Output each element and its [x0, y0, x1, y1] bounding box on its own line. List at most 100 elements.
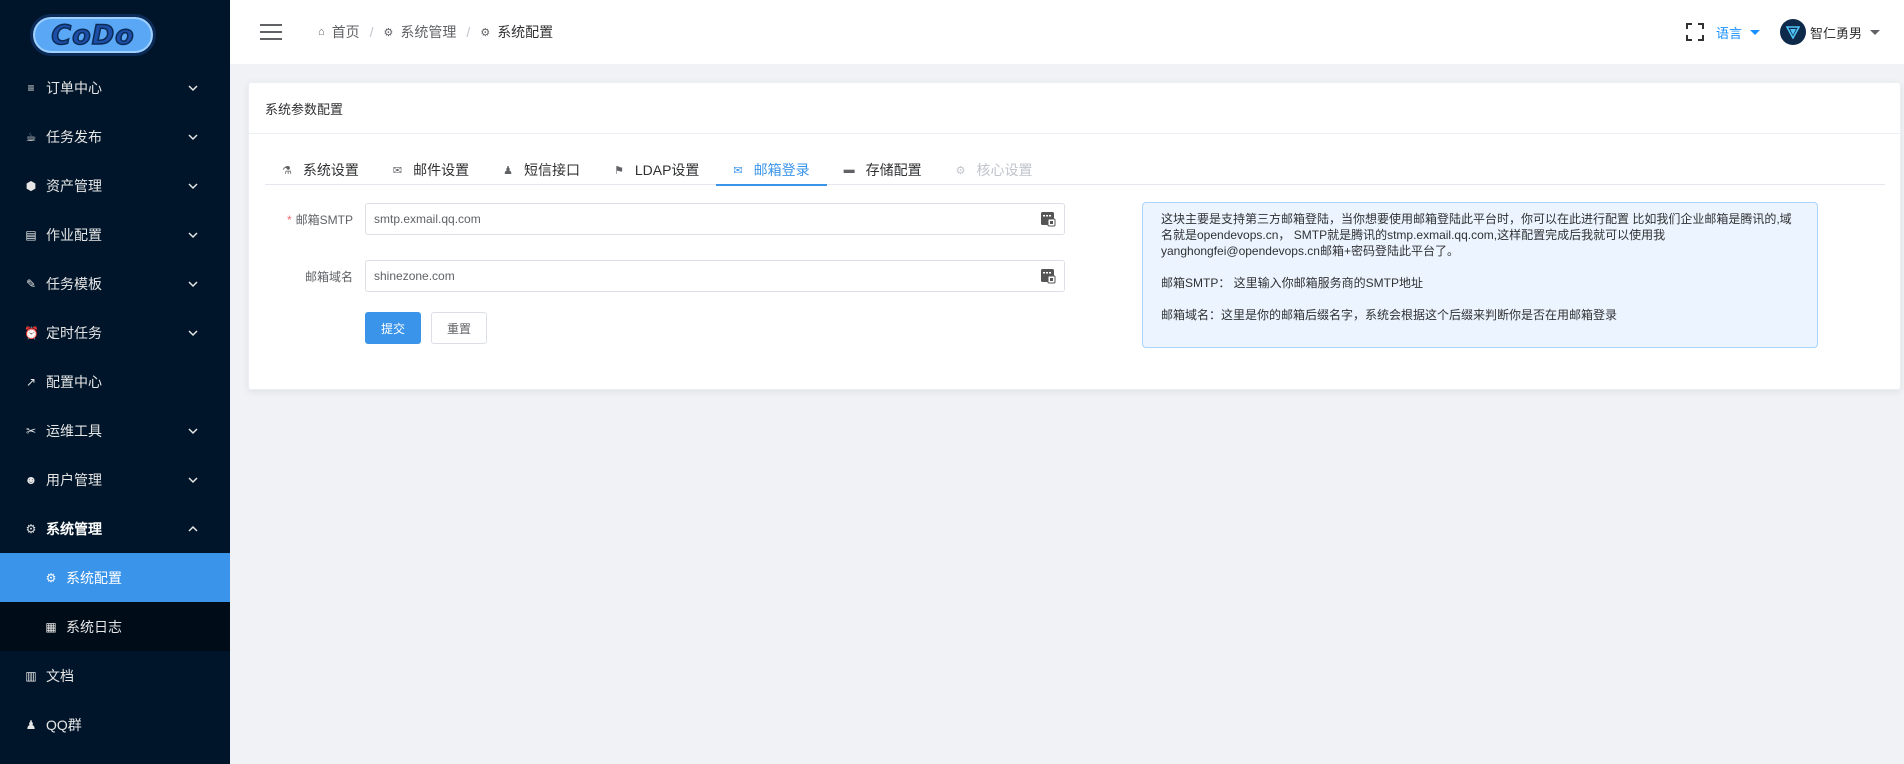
tab-label: 核心设置	[976, 162, 1033, 178]
breadcrumb-item-1[interactable]: ⚙ 系统管理	[384, 22, 457, 42]
domain-input[interactable]: shinezone.com	[365, 260, 1065, 292]
bell-icon: ♟	[25, 717, 37, 732]
logo-area: CoDo	[0, 0, 230, 70]
domain-row: 邮箱域名 shinezone.com	[265, 260, 1065, 292]
tab-1[interactable]: ✉ 邮件设置	[376, 155, 486, 185]
tools-icon: ✂	[25, 423, 37, 438]
submit-button[interactable]: 提交	[365, 312, 422, 344]
smtp-row: * 邮箱SMTP smtp.exmail.qq.com	[265, 203, 1065, 235]
header-right: 语言 智仁勇男	[1685, 0, 1880, 64]
user-dropdown[interactable]: 智仁勇男	[1779, 19, 1880, 45]
sidebar-item-6[interactable]: ↗ 配置中心	[0, 357, 230, 406]
sidebar-item-2[interactable]: ⬢ 资产管理	[0, 161, 230, 210]
keyboard-icon[interactable]	[1040, 268, 1056, 284]
tab-5[interactable]: ▬ 存储配置	[827, 155, 939, 185]
tab-label: 邮箱登录	[753, 162, 810, 178]
smtp-label-text: 邮箱SMTP	[295, 212, 353, 227]
sidebar-item-0[interactable]: ≡ 订单中心	[0, 63, 230, 112]
sidebar-subitem-label: 系统日志	[66, 618, 122, 635]
envelope-icon: ✉	[733, 164, 743, 177]
reset-button[interactable]: 重置	[431, 312, 488, 344]
sidebar-menu: ≡ 订单中心 ☕ 任务发布 ⬢ 资产管理 ▤ 作业配置 ✎ 任务模板 ⏰ 定时任务 ↗ 配置中心 ✂ 运维工具…	[0, 63, 230, 749]
sidebar-item-label: 用户管理	[46, 471, 102, 488]
folder-icon: ▬	[843, 164, 855, 176]
sidebar-item-1[interactable]: ☕ 任务发布	[0, 112, 230, 161]
required-mark: *	[286, 212, 292, 227]
tab-0[interactable]: ⚗ 系统设置	[265, 155, 376, 185]
domain-value: shinezone.com	[374, 269, 455, 283]
briefcase-icon: ▤	[25, 227, 37, 242]
gear-icon: ⚙	[383, 26, 394, 39]
menu-toggle-icon[interactable]	[260, 24, 282, 40]
top-header: ⌂ 首页 / ⚙ 系统管理 / ⚙ 系统配置 语言 智仁勇男	[230, 0, 1904, 64]
tab-2[interactable]: ♟ 短信接口	[486, 155, 597, 185]
tab-3[interactable]: ⚑ LDAP设置	[597, 155, 716, 185]
sidebar-item-label: 系统管理	[46, 520, 102, 537]
tab-6: ⚙ 核心设置	[939, 155, 1050, 185]
fullscreen-icon[interactable]	[1685, 23, 1704, 41]
smtp-input[interactable]: smtp.exmail.qq.com	[365, 203, 1065, 235]
help-text-smtp: 邮箱SMTP： 这里输入你邮箱服务商的SMTP地址	[1161, 276, 1424, 290]
sidebar-item-label: 运维工具	[46, 422, 102, 439]
book-icon: ▦	[45, 619, 57, 634]
alarm-icon: ⏰	[24, 325, 39, 340]
avatar	[1779, 19, 1806, 45]
help-alert: 这块主要是支持第三方邮箱登陆，当你想要使用邮箱登陆此平台时，你可以在此进行配置 …	[1142, 202, 1818, 348]
tab-label: 短信接口	[523, 162, 580, 178]
sidebar-item-label: 任务发布	[46, 128, 102, 145]
sidebar-item-3[interactable]: ▤ 作业配置	[0, 210, 230, 259]
smtp-value: smtp.exmail.qq.com	[374, 212, 481, 226]
envelope-icon: ✉	[392, 164, 403, 177]
sidebar: CoDo ≡ 订单中心 ☕ 任务发布 ⬢ 资产管理 ▤ 作业配置 ✎ 任务模板 ⏰ 定时任务 ↗ 配置中心…	[0, 0, 230, 764]
chevron-down-icon	[188, 230, 198, 240]
breadcrumb-item-2: ⚙ 系统配置	[480, 22, 553, 42]
breadcrumb-item-0[interactable]: ⌂ 首页	[318, 22, 360, 42]
sidebar-item-5[interactable]: ⏰ 定时任务	[0, 308, 230, 357]
book-open-icon: ▥	[25, 668, 37, 683]
sidebar-item-label: 资产管理	[46, 177, 102, 194]
gear-icon: ⚙	[25, 521, 37, 536]
list-icon: ≡	[27, 80, 35, 95]
breadcrumb-label: 系统管理	[400, 24, 457, 40]
sidebar-link-1[interactable]: ♟ QQ群	[0, 700, 230, 749]
config-card: 系统参数配置 ⚗ 系统设置 ✉ 邮件设置 ♟ 短信接口 ⚑ LDAP设置 ✉ 邮箱登录 ▬ 存储配置 ⚙…	[248, 82, 1901, 390]
sidebar-item-9[interactable]: ⚙ 系统管理	[0, 504, 230, 553]
caret-down-icon	[1749, 29, 1760, 35]
chevron-down-icon	[188, 83, 198, 93]
chevron-down-icon	[188, 132, 198, 142]
language-label: 语言	[1715, 25, 1742, 41]
keyboard-icon[interactable]	[1040, 211, 1056, 227]
breadcrumb: ⌂ 首页 / ⚙ 系统管理 / ⚙ 系统配置	[318, 22, 553, 42]
tab-label: LDAP设置	[634, 162, 700, 178]
breadcrumb-separator: /	[369, 24, 374, 40]
sidebar-item-8[interactable]: ☻ 用户管理	[0, 455, 230, 504]
codo-logo[interactable]: CoDo	[30, 14, 156, 56]
wrench-icon: ↗	[25, 374, 37, 389]
sidebar-link-0[interactable]: ▥ 文档	[0, 651, 230, 700]
form-buttons: 提交 重置	[365, 312, 1065, 344]
sidebar-item-4[interactable]: ✎ 任务模板	[0, 259, 230, 308]
domain-label: 邮箱域名	[304, 269, 353, 284]
gear-icon: ⚙	[480, 26, 491, 39]
chevron-down-icon	[188, 328, 198, 338]
chevron-down-icon	[188, 475, 198, 485]
chevron-down-icon	[188, 426, 198, 436]
caret-down-icon	[1870, 29, 1880, 35]
sidebar-item-label: 作业配置	[46, 226, 102, 243]
sidebar-link-label: 文档	[46, 667, 74, 684]
users-icon: ☻	[24, 472, 38, 487]
home-icon: ⌂	[318, 26, 325, 38]
breadcrumb-separator: /	[466, 24, 471, 40]
language-dropdown[interactable]: 语言	[1716, 23, 1760, 42]
sidebar-subitem-1[interactable]: ▦ 系统日志	[0, 602, 230, 651]
sidebar-item-label: 订单中心	[46, 79, 102, 96]
chevron-down-icon	[188, 279, 198, 289]
tab-label: 存储配置	[865, 162, 922, 178]
sidebar-subitem-0[interactable]: ⚙ 系统配置	[0, 553, 230, 602]
chevron-up-icon	[188, 524, 198, 534]
tab-4[interactable]: ✉ 邮箱登录	[716, 155, 827, 186]
coffee-icon: ☕	[25, 129, 37, 144]
flask-icon: ⚗	[282, 164, 292, 177]
sidebar-item-7[interactable]: ✂ 运维工具	[0, 406, 230, 455]
breadcrumb-label: 首页	[331, 24, 360, 40]
